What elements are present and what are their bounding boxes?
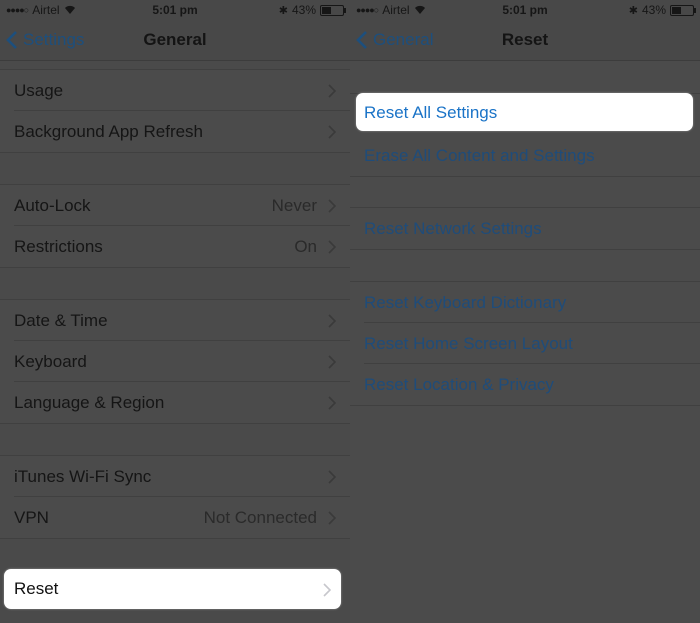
list-item-value: On <box>294 237 317 256</box>
chevron-right-icon <box>328 396 336 410</box>
general-group-2: Auto-Lock Never Restrictions On <box>0 184 350 268</box>
list-item-label: Reset Network Settings <box>364 219 542 238</box>
general-screen: ●●●●○ Airtel 5:01 pm ✱ 43% Settings Gene… <box>0 0 350 623</box>
list-item-reset-location-privacy[interactable]: Reset Location & Privacy <box>350 364 700 405</box>
list-item-label: Erase All Content and Settings <box>364 146 595 165</box>
battery-icon <box>320 4 346 16</box>
list-item-label: VPN <box>14 508 49 527</box>
page-title: Reset <box>501 30 549 49</box>
list-item-label: Usage <box>14 81 64 100</box>
list-item-reset-network[interactable]: Reset Network Settings <box>350 208 700 249</box>
list-item-background-app-refresh[interactable]: Background App Refresh <box>0 111 350 152</box>
status-bar: ●●●●○ Airtel 5:01 pm ✱ 43% <box>350 0 700 20</box>
list-item-usage[interactable]: Usage <box>0 70 350 111</box>
chevron-right-icon <box>328 125 336 139</box>
bluetooth-icon: ✱ <box>628 4 638 17</box>
list-item-reset-home-screen[interactable]: Reset Home Screen Layout <box>350 323 700 364</box>
list-item-label: Restrictions <box>14 237 103 256</box>
list-item-label: Auto-Lock <box>14 196 91 215</box>
list-item-label: Reset Home Screen Layout <box>364 334 573 353</box>
list-item-reset-keyboard[interactable]: Reset Keyboard Dictionary <box>350 282 700 323</box>
page-title: General <box>143 30 207 49</box>
list-item-language-region[interactable]: Language & Region <box>0 382 350 423</box>
general-group-4: iTunes Wi-Fi Sync VPN Not Connected <box>0 455 350 539</box>
bluetooth-icon: ✱ <box>278 4 288 17</box>
chevron-right-icon <box>323 583 331 597</box>
list-item-label: Reset Location & Privacy <box>364 375 554 394</box>
general-group-3: Date & Time Keyboard Language & Region <box>0 299 350 424</box>
list-item-value: Not Connected <box>203 508 317 527</box>
chevron-right-icon <box>328 470 336 484</box>
chevron-right-icon <box>328 314 336 328</box>
reset-group-2: Reset Network Settings <box>350 207 700 250</box>
navigation-bar: General Reset <box>350 20 700 61</box>
battery-percent: 43% <box>291 3 316 17</box>
reset-all-settings-label: Reset All Settings <box>364 103 498 122</box>
list-item-itunes-wifi-sync[interactable]: iTunes Wi-Fi Sync <box>0 456 350 497</box>
chevron-right-icon <box>328 240 336 254</box>
list-item-auto-lock[interactable]: Auto-Lock Never <box>0 185 350 226</box>
list-item-vpn[interactable]: VPN Not Connected <box>0 497 350 538</box>
battery-percent: 43% <box>641 3 666 17</box>
list-item-restrictions[interactable]: Restrictions On <box>0 226 350 267</box>
chevron-right-icon <box>328 355 336 369</box>
chevron-right-icon <box>328 511 336 525</box>
list-item-date-time[interactable]: Date & Time <box>0 300 350 341</box>
list-item-label: Background App Refresh <box>14 122 204 141</box>
list-item-label: iTunes Wi-Fi Sync <box>14 467 152 486</box>
list-item-erase-all[interactable]: Erase All Content and Settings <box>350 135 700 176</box>
reset-group-3: Reset Keyboard Dictionary Reset Home Scr… <box>350 281 700 406</box>
list-item-label: Keyboard <box>14 352 87 371</box>
reset-item[interactable]: Reset <box>4 569 341 609</box>
status-bar: ●●●●○ Airtel 5:01 pm ✱ 43% <box>0 0 350 20</box>
general-group-1: Usage Background App Refresh <box>0 69 350 153</box>
chevron-right-icon <box>328 199 336 213</box>
list-item-label: Language & Region <box>14 393 165 412</box>
list-item-keyboard[interactable]: Keyboard <box>0 341 350 382</box>
reset-item-label: Reset <box>14 579 59 598</box>
reset-all-settings-item[interactable]: Reset All Settings <box>356 93 693 131</box>
list-item-label: Date & Time <box>14 311 108 330</box>
chevron-right-icon <box>328 84 336 98</box>
reset-screen: ●●●●○ Airtel 5:01 pm ✱ 43% General Reset… <box>350 0 700 623</box>
navigation-bar: Settings General <box>0 20 350 61</box>
list-item-label: Reset Keyboard Dictionary <box>364 293 567 312</box>
list-item-value: Never <box>271 196 317 215</box>
battery-icon <box>670 4 696 16</box>
